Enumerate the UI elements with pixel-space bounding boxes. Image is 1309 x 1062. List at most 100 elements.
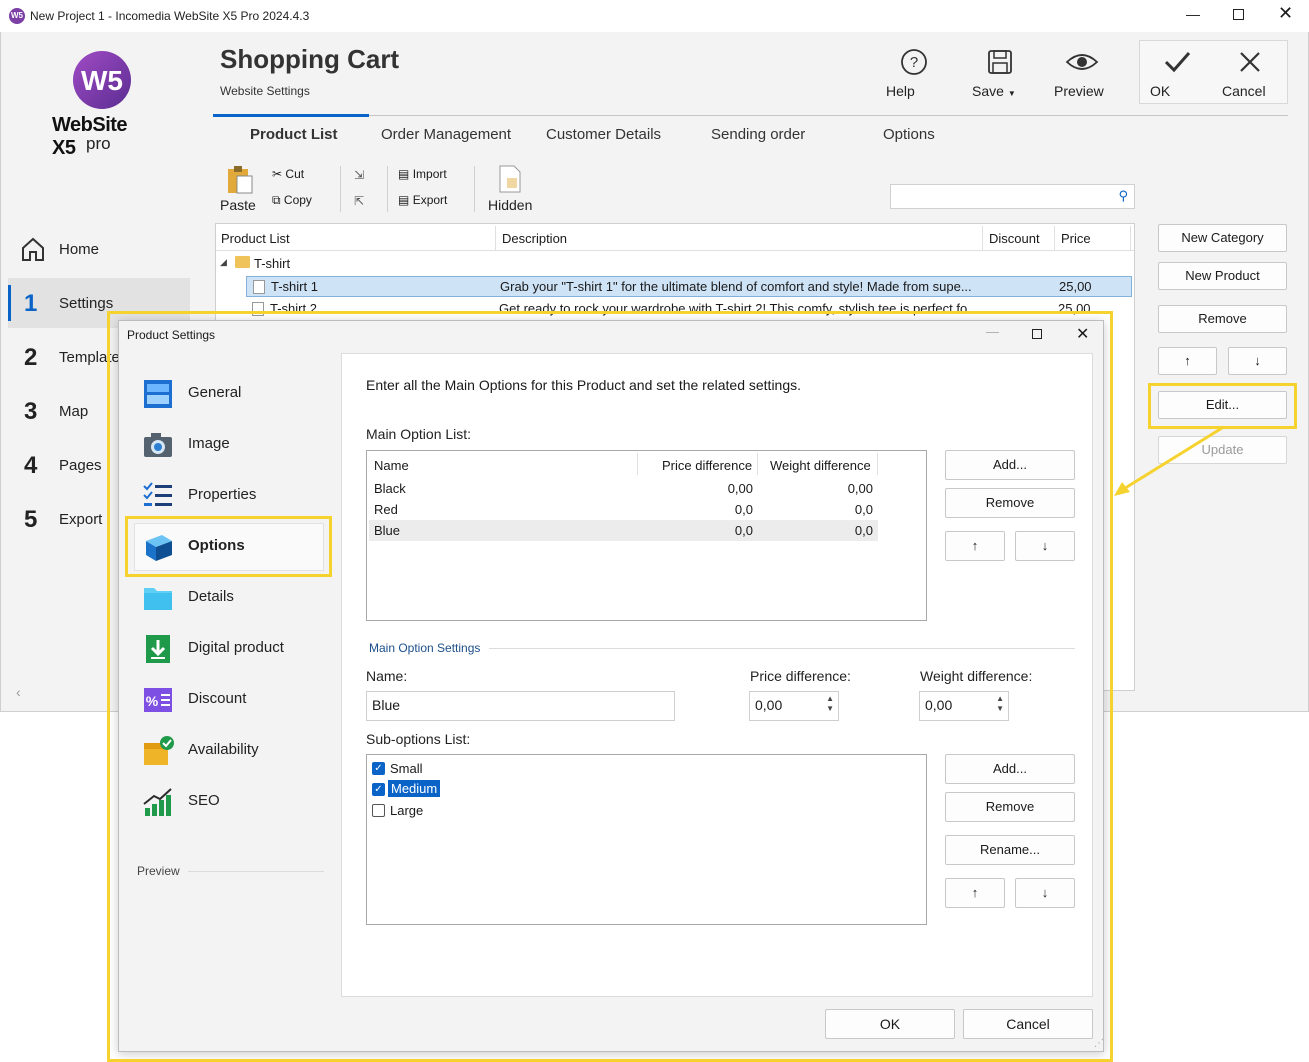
menu-item-digital-product[interactable]: Digital product (138, 627, 328, 671)
ok-button[interactable]: OK (1150, 48, 1204, 99)
tab-options[interactable]: Options (883, 126, 935, 143)
name-input[interactable]: Blue (366, 691, 675, 721)
header-description[interactable]: Description (502, 231, 567, 246)
cancel-button[interactable]: Cancel (1222, 48, 1278, 99)
rename-sub-option-button[interactable]: Rename... (945, 835, 1075, 865)
move-up-button[interactable]: ↑ (1158, 347, 1217, 375)
header-divider (982, 226, 983, 250)
checkbox-checked-icon[interactable]: ✓ (372, 762, 385, 775)
hidden-button[interactable]: Hidden (488, 164, 532, 213)
list-item[interactable]: Red 0,0 0,0 (369, 499, 878, 520)
col-divider (877, 453, 878, 475)
paste-button[interactable]: Paste (220, 164, 258, 213)
save-button[interactable]: Save ▼ (972, 48, 1028, 99)
minimize-icon[interactable]: — (1186, 6, 1200, 22)
price-stepper[interactable]: 0,00 ▲ ▼ (749, 691, 839, 721)
indent-icon[interactable]: ⇲ (354, 168, 364, 182)
list-item[interactable]: Blue 0,0 0,0 (369, 520, 878, 541)
header-product-list[interactable]: Product List (221, 231, 290, 246)
stepper-arrows-icon[interactable]: ▲ ▼ (826, 694, 834, 714)
option-price: 0,0 (734, 502, 753, 517)
logo-subtext: pro (86, 134, 111, 153)
price-label: Price difference: (750, 668, 851, 684)
header-divider (495, 226, 496, 250)
menu-item-seo[interactable]: SEO (138, 780, 328, 824)
col-header-weight[interactable]: Weight difference (770, 458, 871, 473)
remove-option-button[interactable]: Remove (945, 488, 1075, 518)
menu-item-general[interactable]: General (138, 372, 328, 416)
col-header-name[interactable]: Name (374, 458, 409, 473)
seo-chart-icon (143, 788, 172, 816)
remove-sub-option-button[interactable]: Remove (945, 792, 1075, 822)
dialog-minimize-icon[interactable]: — (986, 324, 999, 339)
nav-item-map[interactable]: Map (59, 403, 88, 420)
add-sub-option-button[interactable]: Add... (945, 754, 1075, 784)
main-option-list-label: Main Option List: (366, 426, 472, 442)
close-icon[interactable]: ✕ (1278, 3, 1293, 24)
col-header-price[interactable]: Price difference (662, 458, 752, 473)
tab-product-list[interactable]: Product List (250, 126, 338, 143)
tab-sending-order[interactable]: Sending order (711, 126, 805, 143)
add-option-button[interactable]: Add... (945, 450, 1075, 480)
header-discount[interactable]: Discount (989, 231, 1040, 246)
new-category-button[interactable]: New Category (1158, 224, 1287, 252)
stepper-arrows-icon[interactable]: ▲ ▼ (996, 694, 1004, 714)
menu-item-image[interactable]: Image (138, 423, 328, 467)
help-button[interactable]: ? Help (886, 48, 942, 99)
menu-item-properties[interactable]: Properties (138, 474, 328, 518)
dialog-close-icon[interactable]: ✕ (1076, 324, 1089, 344)
tab-customer-details[interactable]: Customer Details (546, 126, 661, 143)
remove-product-button[interactable]: Remove (1158, 305, 1287, 333)
tab-order-management[interactable]: Order Management (381, 126, 511, 143)
sub-option-up-button[interactable]: ↑ (945, 878, 1005, 908)
new-product-button[interactable]: New Product (1158, 262, 1287, 290)
option-name: Red (374, 502, 398, 517)
weight-stepper[interactable]: 0,00 ▲ ▼ (919, 691, 1009, 721)
category-row[interactable]: ◢ T-shirt (220, 255, 520, 275)
callout-arrow-icon (1114, 426, 1223, 496)
nav-item-pages[interactable]: Pages (59, 457, 102, 474)
move-down-button[interactable]: ↓ (1228, 347, 1287, 375)
resize-grip-icon[interactable]: ⋰ (1094, 1038, 1104, 1049)
cut-button[interactable]: ✂ Cut (272, 167, 304, 181)
outdent-icon[interactable]: ⇱ (354, 194, 364, 208)
checkbox-checked-icon[interactable]: ✓ (372, 783, 385, 796)
option-price: 0,00 (727, 481, 753, 496)
option-name: Blue (374, 523, 401, 538)
table-row[interactable]: T-shirt 1 Grab your "T-shirt 1" for the … (246, 276, 1132, 297)
availability-icon (144, 736, 174, 765)
menu-item-details[interactable]: Details (138, 576, 328, 620)
dialog-cancel-button[interactable]: Cancel (963, 1009, 1093, 1039)
copy-button[interactable]: ⧉ Copy (272, 193, 312, 208)
option-weight: 0,0 (854, 523, 873, 538)
option-up-button[interactable]: ↑ (945, 531, 1005, 561)
collapse-arrow-icon[interactable]: ‹ (16, 684, 21, 700)
menu-item-availability[interactable]: Availability (138, 729, 328, 773)
maximize-icon[interactable] (1233, 9, 1244, 20)
svg-text:W5: W5 (81, 65, 123, 96)
dialog-maximize-icon[interactable] (1032, 329, 1042, 339)
checkbox-unchecked-icon[interactable] (372, 804, 385, 817)
search-input[interactable]: ⚲ (890, 184, 1135, 209)
header-price[interactable]: Price (1061, 231, 1091, 246)
dialog-ok-button[interactable]: OK (825, 1009, 955, 1039)
eye-icon (1065, 54, 1099, 70)
menu-item-options[interactable]: Options (138, 525, 328, 569)
search-icon: ⚲ (1118, 188, 1128, 203)
nav-item-home[interactable]: Home (20, 234, 190, 268)
list-item[interactable]: Black 0,00 0,00 (369, 478, 878, 499)
checklist-icon (143, 482, 172, 506)
weight-label: Weight difference: (920, 668, 1033, 684)
nav-item-export[interactable]: Export (59, 511, 102, 528)
preview-label: Preview (1054, 83, 1104, 99)
import-button[interactable]: ▤ Import (398, 167, 447, 181)
sub-option-label: Large (390, 803, 424, 818)
export-button[interactable]: ▤ Export (398, 193, 447, 207)
option-down-button[interactable]: ↓ (1015, 531, 1075, 561)
preview-button[interactable]: Preview (1054, 48, 1110, 99)
menu-item-discount[interactable]: % Discount (138, 678, 328, 722)
nav-num-map: 3 (24, 398, 38, 425)
svg-text:%: % (146, 693, 159, 709)
sub-option-down-button[interactable]: ↓ (1015, 878, 1075, 908)
nav-item-settings[interactable]: Settings (59, 295, 113, 312)
